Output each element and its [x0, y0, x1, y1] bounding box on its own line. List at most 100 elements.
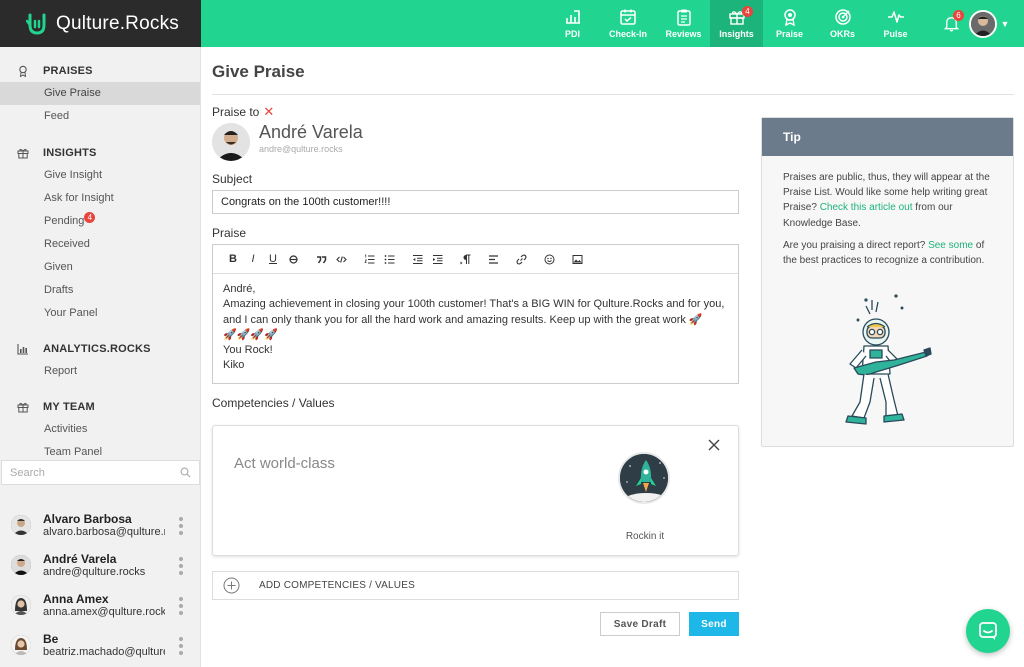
code-button[interactable] — [331, 249, 351, 269]
more-options-icon[interactable] — [179, 517, 185, 535]
nav-reviews[interactable]: Reviews — [657, 0, 710, 47]
person-name: Be — [43, 632, 59, 646]
praise-line: André, — [223, 283, 256, 295]
person-avatar-icon — [11, 555, 31, 575]
indent-button[interactable] — [427, 249, 447, 269]
chart-up-icon — [565, 10, 580, 24]
search-input[interactable] — [10, 466, 180, 479]
sidebar-item-ask-for-insight[interactable]: Ask for Insight — [0, 187, 200, 210]
sidebar: PRAISES Give Praise Feed INSIGHTS Give I… — [0, 47, 201, 667]
sidebar-item-give-praise[interactable]: Give Praise — [0, 82, 200, 105]
section-title: INSIGHTS — [43, 147, 97, 159]
sidebar-item-activities[interactable]: Activities — [0, 418, 200, 441]
main-nav: PDI Check-In Reviews Insights 4 Praise O… — [201, 0, 1024, 47]
nav-label: PDI — [564, 29, 580, 39]
avatar — [968, 9, 997, 38]
search-icon — [180, 467, 191, 478]
nav-okrs[interactable]: OKRs — [816, 0, 869, 47]
ordered-list-button[interactable] — [359, 249, 379, 269]
recipient-avatar — [212, 123, 250, 161]
page-title: Give Praise — [212, 62, 305, 81]
subject-input[interactable] — [212, 190, 739, 214]
tip-paragraph: Are you praising a direct report? See so… — [783, 238, 992, 268]
list-item[interactable]: Alvaro Barbosaalvaro.barbosa@qulture.roc… — [0, 505, 201, 545]
blockquote-button[interactable] — [311, 249, 331, 269]
person-email: alvaro.barbosa@qulture.rocks — [43, 526, 165, 538]
strikethrough-button[interactable] — [283, 249, 303, 269]
list-item[interactable]: André Varela andre@qulture.rocks — [0, 545, 201, 585]
list-item[interactable]: Anna Amex anna.amex@qulture.rocks — [0, 585, 201, 625]
praise-editor: B I U André, Amazing achievement in clos… — [212, 244, 739, 384]
more-options-icon[interactable] — [179, 557, 185, 575]
article-link[interactable]: Check this article out — [820, 202, 913, 213]
notifications-button[interactable]: 6 — [936, 0, 966, 47]
sidebar-section-my-team: MY TEAM — [0, 396, 200, 418]
nav-check-in[interactable]: Check-In — [599, 0, 657, 47]
sidebar-section-insights: INSIGHTS — [0, 142, 200, 164]
sidebar-item-pending[interactable]: Pending 4 — [0, 210, 200, 233]
text-direction-button[interactable] — [455, 249, 475, 269]
person-email: andre@qulture.rocks — [43, 566, 146, 578]
align-left-icon — [488, 254, 498, 264]
underline-button[interactable]: U — [263, 249, 283, 269]
remove-recipient-icon[interactable]: ✕ — [263, 104, 274, 119]
sidebar-item-given[interactable]: Given — [0, 256, 200, 279]
praise-label: Praise — [212, 226, 247, 240]
nav-pulse[interactable]: Pulse — [869, 0, 922, 47]
best-practices-link[interactable]: See some — [928, 240, 973, 251]
more-options-icon[interactable] — [179, 597, 185, 615]
praise-line: Amazing achievement in closing your 100t… — [223, 298, 725, 311]
praise-line: Kiko — [223, 359, 245, 372]
image-icon — [572, 254, 582, 264]
main-content: Give Praise Praise to ✕ André Varela andr… — [212, 47, 1014, 667]
bullet-list-button[interactable] — [379, 249, 399, 269]
sidebar-item-drafts[interactable]: Drafts — [0, 279, 200, 302]
sidebar-item-your-panel[interactable]: Your Panel — [0, 302, 200, 325]
pulse-icon — [887, 11, 904, 23]
image-button[interactable] — [567, 249, 587, 269]
nav-praise[interactable]: Praise — [763, 0, 816, 47]
competency-badge-label: Rockin it — [625, 531, 665, 542]
nav-label: Praise — [775, 29, 804, 39]
avatar — [11, 635, 31, 655]
link-button[interactable] — [511, 249, 531, 269]
person-avatar-icon — [11, 635, 31, 655]
align-button[interactable] — [483, 249, 503, 269]
people-list: Alvaro Barbosaalvaro.barbosa@qulture.roc… — [0, 505, 201, 665]
emoji-button[interactable] — [539, 249, 559, 269]
italic-button[interactable]: I — [243, 249, 263, 269]
brand-name: Qulture.Rocks — [56, 12, 179, 34]
person-name: Alvaro Barbosa — [43, 512, 132, 526]
sidebar-item-report[interactable]: Report — [0, 360, 200, 383]
nav-insights[interactable]: Insights 4 — [710, 0, 763, 47]
save-draft-button[interactable]: Save Draft — [600, 612, 680, 636]
editor-toolbar: B I U — [213, 245, 738, 274]
people-search — [1, 460, 200, 485]
bold-button[interactable]: B — [223, 249, 243, 269]
user-menu[interactable]: ▼ — [966, 0, 1012, 47]
pending-badge: 4 — [84, 212, 96, 223]
competency-name: Act world-class — [234, 455, 335, 472]
gift-icon — [17, 402, 29, 413]
sidebar-item-received[interactable]: Received — [0, 233, 200, 256]
send-button[interactable]: Send — [689, 612, 739, 636]
brand[interactable]: Qulture.Rocks — [0, 0, 201, 47]
sidebar-item-give-insight[interactable]: Give Insight — [0, 164, 200, 187]
avatar — [11, 595, 31, 615]
nav-pdi[interactable]: PDI — [546, 0, 599, 47]
praise-text-area[interactable]: André, Amazing achievement in closing yo… — [213, 274, 738, 382]
notifications-badge: 6 — [953, 10, 964, 21]
section-title: ANALYTICS.ROCKS — [43, 343, 151, 355]
close-icon[interactable] — [707, 438, 721, 452]
sidebar-item-feed[interactable]: Feed — [0, 105, 200, 128]
chat-launcher-button[interactable] — [966, 609, 1010, 653]
praise-line: You Rock! — [223, 344, 273, 357]
sidebar-section-praises: PRAISES — [0, 60, 200, 82]
add-competencies-button[interactable]: ADD COMPETENCIES / VALUES — [212, 571, 739, 600]
tip-title: Tip — [762, 118, 1013, 156]
more-options-icon[interactable] — [179, 637, 185, 655]
outdent-button[interactable] — [407, 249, 427, 269]
code-icon — [335, 255, 347, 263]
recipient-email: andre@qulture.rocks — [259, 144, 343, 154]
list-item[interactable]: Bebeatriz.machado@qulture.rocks — [0, 625, 201, 665]
